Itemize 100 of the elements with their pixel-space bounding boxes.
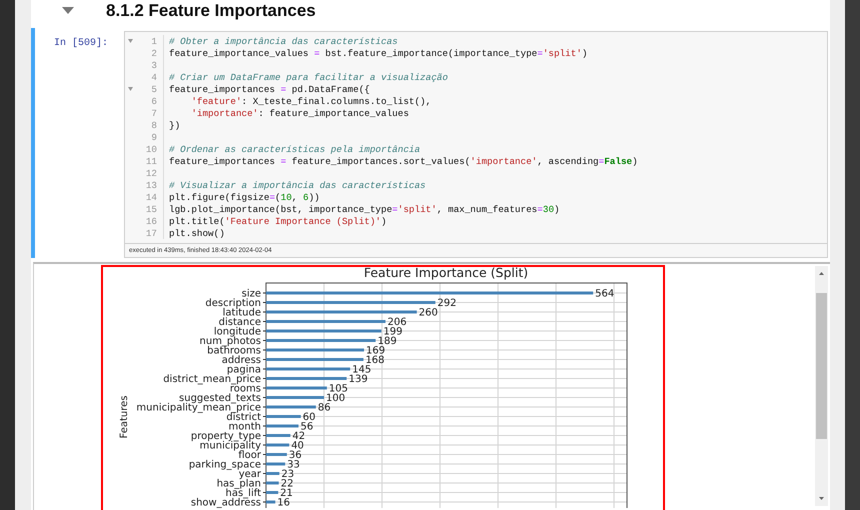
line-number: 9: [135, 131, 164, 143]
category-label: parking_space: [188, 460, 261, 470]
bar: [266, 424, 298, 428]
code-cell[interactable]: [31, 28, 830, 258]
scrollbar-drawing[interactable]: [815, 266, 828, 506]
value-label: 56: [300, 422, 314, 432]
line-number: 1: [135, 35, 164, 47]
axis-label: Features: [119, 396, 130, 438]
code-line: 'feature': X_teste_final.columns.to_list(),: [190, 96, 432, 106]
bar: [266, 396, 324, 399]
line-number: 16: [135, 215, 164, 227]
category-label: year: [238, 469, 261, 480]
line-number: 4: [135, 71, 164, 83]
bar: [266, 444, 290, 446]
value-label: 100: [326, 393, 346, 404]
category-label: district: [226, 412, 261, 423]
code-editor[interactable]: [124, 31, 828, 244]
line-number: 10: [135, 143, 164, 155]
value-label: 23: [281, 469, 294, 480]
code-line: # Obter a importância das características: [168, 36, 398, 46]
value-label: 86: [318, 402, 331, 414]
value-label: 16: [277, 498, 290, 508]
code-line: # Criar um DataFrame para facilitar a visualização: [168, 72, 448, 82]
value-label: 199: [383, 326, 403, 338]
category-label: pagina: [226, 364, 261, 376]
line-number: 15: [135, 203, 164, 215]
value-label: 564: [595, 288, 614, 300]
value-label: 42: [292, 431, 306, 442]
line-number: 3: [135, 59, 164, 71]
code-line: plt.figure(figsize=(10, 6)): [168, 192, 320, 202]
category-label: district_mean_price: [163, 374, 261, 385]
code-line: # Visualizar a importância das características: [168, 180, 426, 190]
bar: [266, 406, 316, 408]
category-label: municipality_mean_price: [136, 402, 261, 414]
line-number: 12: [135, 167, 164, 179]
code-line: }): [168, 120, 180, 130]
value-label: 206: [387, 317, 407, 328]
bar: [266, 462, 286, 466]
category-label: description: [205, 298, 261, 309]
line-number: 6: [135, 95, 164, 107]
category-label: suggested_texts: [179, 393, 261, 404]
category-label: rooms: [230, 384, 261, 394]
category-label: latitude: [222, 308, 261, 318]
bar: [266, 415, 301, 418]
collapse-caret-icon[interactable]: [62, 7, 74, 14]
category-label: has_plan: [216, 478, 261, 490]
category-label: has_lift: [226, 488, 261, 499]
category-label: show_address: [190, 498, 261, 508]
bar: [266, 472, 280, 475]
value-label: 292: [437, 298, 456, 309]
value-label: 169: [366, 346, 386, 356]
category-label: bathrooms: [207, 346, 261, 356]
bar: [266, 453, 287, 456]
value-label: 21: [280, 488, 293, 499]
value-label: 139: [348, 374, 368, 385]
value-label: 145: [352, 364, 372, 376]
code-line: plt.show(): [168, 228, 225, 238]
category-label: longitude: [214, 326, 261, 338]
category-label: num_photos: [200, 336, 261, 347]
line-number: 17: [135, 227, 164, 239]
code-line: feature_importances = feature_importances.sort_values('importance', ascending=False): [168, 156, 638, 166]
value-label: 189: [378, 336, 397, 347]
line-number: 13: [135, 179, 164, 191]
value-label: 40: [291, 440, 304, 452]
value-label: 105: [328, 384, 348, 394]
value-label: 36: [288, 450, 302, 461]
fold-caret-icon[interactable]: [128, 39, 132, 43]
line-number: 2: [135, 47, 164, 59]
value-label: 22: [280, 478, 294, 490]
value-label: 260: [418, 308, 438, 318]
category-label: property_type: [190, 431, 261, 442]
code-line: feature_importances = pd.DataFrame({: [168, 84, 370, 94]
value-label: 60: [302, 412, 316, 423]
cell-prompt: In [509]:: [53, 36, 110, 51]
bar: [266, 491, 278, 494]
category-label: distance: [218, 317, 261, 328]
category-label: size: [242, 288, 261, 300]
chart-title: Feature Importance (Split): [364, 267, 528, 280]
fold-caret-icon[interactable]: [128, 87, 132, 91]
code-line: # Ordenar as características pela importância: [168, 144, 420, 154]
bar: [266, 386, 327, 390]
category-label: month: [228, 422, 261, 432]
bar: [266, 482, 279, 484]
section-heading: 8.1.2 Feature Importances: [106, 0, 316, 20]
value-label: 33: [287, 460, 300, 470]
code-line: 'importance': feature_importance_values: [190, 108, 409, 118]
category-label: floor: [238, 450, 261, 461]
line-number: 5: [135, 83, 164, 95]
line-number: 11: [135, 155, 164, 167]
code-line: lgb.plot_importance(bst, importance_type='split', max_num_features=30): [168, 204, 560, 214]
bar: [266, 434, 290, 437]
line-number: 7: [135, 107, 164, 119]
code-line: plt.title('Feature Importance (Split)'): [168, 216, 387, 226]
line-number: 8: [135, 119, 164, 131]
category-label: address: [222, 355, 261, 366]
bar: [266, 500, 276, 504]
value-label: 168: [365, 355, 385, 366]
code-line: feature_importance_values = bst.feature_importance(importance_type='split'): [168, 48, 588, 58]
line-number: 14: [135, 191, 164, 203]
category-label: municipality: [200, 440, 261, 452]
